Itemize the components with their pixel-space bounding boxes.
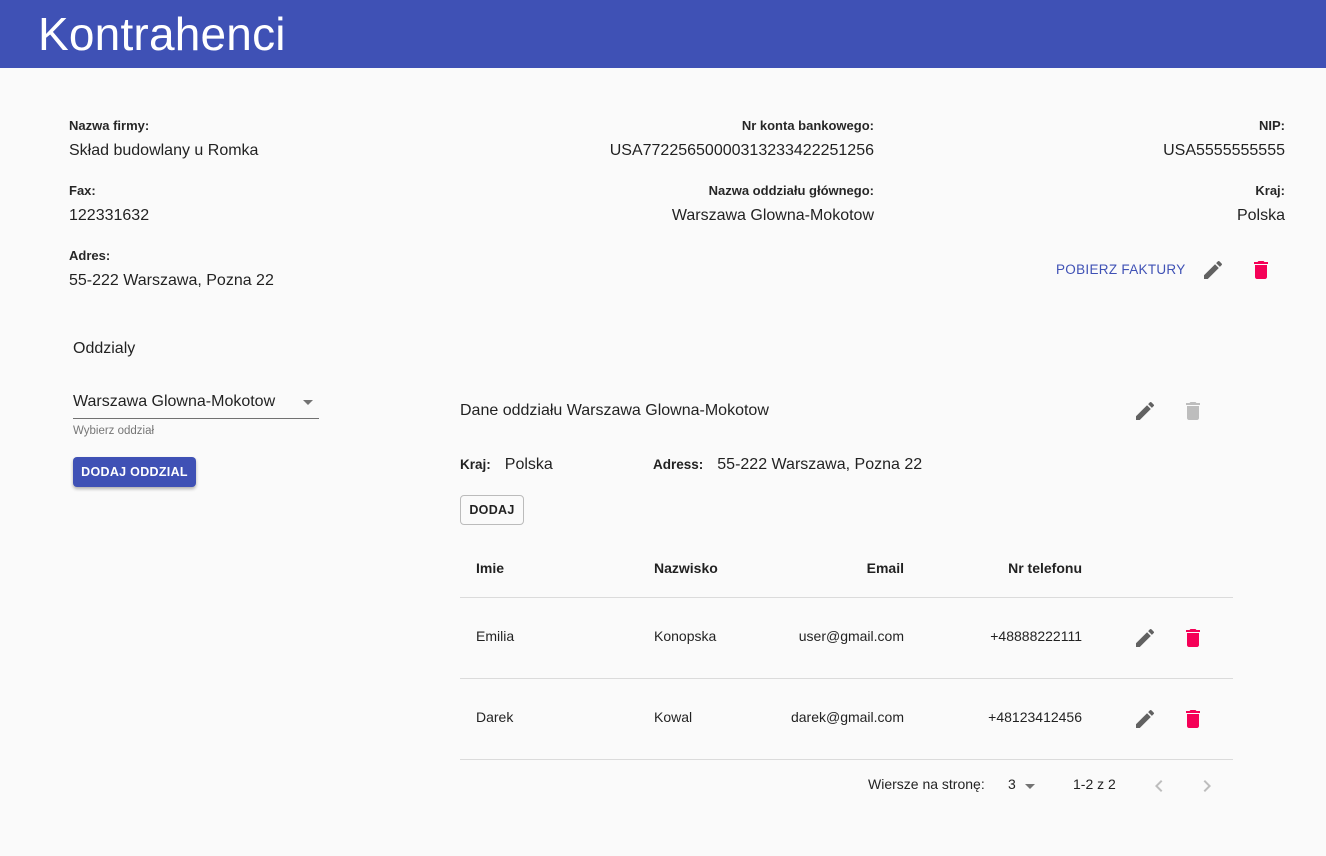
pencil-icon: [1136, 401, 1155, 420]
trash-icon: [1254, 261, 1268, 279]
header-phone: Nr telefonu: [1008, 560, 1082, 576]
company-name-value: Skład budowlany u Romka: [69, 142, 259, 159]
download-invoices-button[interactable]: POBIERZ FAKTURY: [1056, 262, 1186, 277]
add-contact-button[interactable]: DODAJ: [460, 495, 524, 525]
nip-label: NIP:: [1259, 118, 1285, 133]
country-label: Kraj:: [1255, 183, 1285, 198]
rows-per-page-value: 3: [1008, 776, 1016, 792]
branch-address-value: 55-222 Warszawa, Pozna 22: [717, 456, 923, 473]
branches-title: Oddzialy: [73, 340, 136, 357]
country-value: Polska: [1236, 207, 1285, 224]
trash-icon: [1186, 710, 1200, 728]
rows-per-page-label: Wiersze na stronę:: [868, 776, 985, 792]
prev-page-button[interactable]: [1147, 774, 1171, 798]
delete-contact-button[interactable]: [1181, 626, 1205, 650]
edit-company-button[interactable]: [1201, 258, 1225, 282]
country-field: Kraj: Polska: [1237, 183, 1285, 225]
cell-last-name: Konopska: [654, 628, 717, 644]
company-name-label: Nazwa firmy:: [69, 118, 150, 133]
branch-address-label: Adress:: [653, 457, 704, 472]
cell-phone: +48123412456: [988, 709, 1082, 725]
edit-branch-button[interactable]: [1133, 399, 1157, 423]
caret-down-icon: [1025, 784, 1035, 789]
table-row: Darek Kowal darek@gmail.com +48123412456: [460, 679, 1233, 760]
contacts-table: Imie Nazwisko Email Nr telefonu Emilia K…: [460, 540, 1233, 760]
cell-first-name: Emilia: [476, 628, 515, 644]
rows-per-page-select[interactable]: 3: [1008, 776, 1038, 796]
main-branch-label: Nazwa oddziału głównego:: [708, 183, 874, 198]
page-title: Kontrahenci: [38, 8, 286, 60]
edit-contact-button[interactable]: [1133, 626, 1157, 650]
table-row: Emilia Konopska user@gmail.com +48888222…: [460, 598, 1233, 679]
branch-select-value: Warszawa Glowna-Mokotow: [73, 393, 276, 410]
fax-field: Fax: 122331632: [69, 183, 149, 225]
app-bar: Kontrahenci: [0, 0, 1326, 68]
add-branch-button[interactable]: DODAJ ODDZIAL: [73, 457, 196, 487]
bank-account-field: Nr konta bankowego: USA77225650000313233…: [610, 118, 874, 160]
address-label: Adres:: [69, 248, 111, 263]
branch-country-value: Polska: [504, 456, 553, 473]
branch-select[interactable]: Warszawa Glowna-Mokotow: [73, 393, 319, 419]
pagination-range: 1-2 z 2: [1073, 776, 1116, 792]
chevron-left-icon: [1155, 780, 1163, 792]
bank-account-label: Nr konta bankowego:: [741, 118, 874, 133]
cell-last-name: Kowal: [654, 709, 693, 725]
main-branch-field: Nazwa oddziału głównego: Warszawa Glowna…: [672, 183, 874, 225]
branch-details-title: Dane oddziału Warszawa Glowna-Mokotow: [460, 402, 769, 419]
caret-down-icon: [303, 400, 313, 405]
branch-select-helper: Wybierz oddział: [73, 425, 155, 437]
cell-email: darek@gmail.com: [790, 709, 904, 725]
branch-address: Adress: 55-222 Warszawa, Pozna 22: [653, 456, 922, 474]
nip-field: NIP: USA5555555555: [1163, 118, 1285, 160]
header-email: Email: [866, 560, 904, 576]
fax-value: 122331632: [69, 207, 150, 224]
header-last-name: Nazwisko: [654, 560, 718, 576]
nip-value: USA5555555555: [1163, 142, 1285, 159]
delete-contact-button[interactable]: [1181, 707, 1205, 731]
branch-country-label: Kraj:: [460, 457, 491, 472]
address-field: Adres: 55-222 Warszawa, Pozna 22: [69, 248, 274, 290]
pencil-icon: [1136, 709, 1155, 728]
cell-first-name: Darek: [476, 709, 514, 725]
edit-contact-button[interactable]: [1133, 707, 1157, 731]
delete-company-button[interactable]: [1249, 258, 1273, 282]
fax-label: Fax:: [69, 183, 96, 198]
table-header: Imie Nazwisko Email Nr telefonu: [460, 540, 1233, 598]
header-first-name: Imie: [476, 560, 505, 576]
main-branch-value: Warszawa Glowna-Mokotow: [671, 207, 874, 224]
cell-phone: +48888222111: [990, 628, 1082, 644]
pencil-icon: [1204, 260, 1223, 279]
branch-country: Kraj: Polska: [460, 456, 553, 474]
cell-email: user@gmail.com: [798, 628, 904, 644]
pencil-icon: [1136, 628, 1155, 647]
delete-branch-button[interactable]: [1181, 399, 1205, 423]
trash-icon: [1186, 629, 1200, 647]
bank-account-value: USA77225650000313233422251256: [609, 142, 874, 159]
trash-icon: [1186, 402, 1200, 420]
chevron-right-icon: [1203, 780, 1211, 792]
address-value: 55-222 Warszawa, Pozna 22: [69, 272, 274, 289]
next-page-button[interactable]: [1195, 774, 1219, 798]
company-name-field: Nazwa firmy: Skład budowlany u Romka: [69, 118, 258, 160]
